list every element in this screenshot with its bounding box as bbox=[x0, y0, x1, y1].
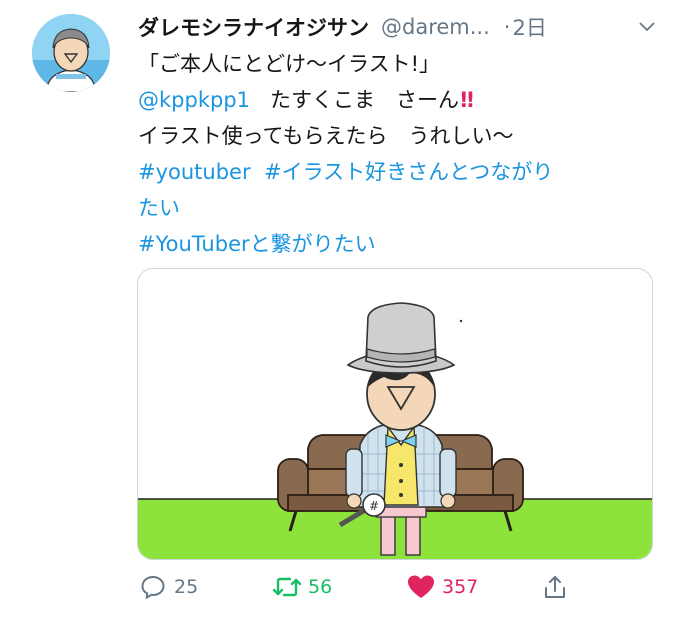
hashtag-illust-cont[interactable]: たい bbox=[138, 196, 180, 220]
share-icon bbox=[540, 572, 570, 602]
reply-icon bbox=[138, 572, 168, 602]
hashtag-illust[interactable]: #イラスト好きさんとつながり bbox=[264, 160, 553, 184]
reply-button[interactable]: 25 bbox=[138, 568, 198, 606]
tweet-header: ダレモシラナイオジサン @darem... · 2日 bbox=[138, 12, 658, 42]
tweet-line-3: イラスト使ってもらえたら うれしい〜 bbox=[138, 124, 514, 148]
tweet-line-5: たい bbox=[138, 190, 658, 226]
hashtag-youtuber[interactable]: #youtuber bbox=[138, 160, 251, 184]
tweet-line-2-text: たすくこま さーん bbox=[270, 88, 460, 112]
tweet-line-6: #YouTuberと繋がりたい bbox=[138, 226, 658, 262]
tweet-actions: 25 56 357 bbox=[138, 568, 658, 606]
display-name[interactable]: ダレモシラナイオジサン bbox=[138, 12, 369, 42]
double-exclamation-emoji: !! bbox=[459, 88, 475, 112]
retweet-icon bbox=[272, 572, 302, 602]
separator-dot: · bbox=[503, 15, 511, 39]
tweet-line-1: 「ご本人にとどけ〜イラスト!」 bbox=[138, 52, 440, 76]
retweet-count: 56 bbox=[308, 576, 333, 598]
share-button[interactable] bbox=[540, 568, 570, 606]
like-count: 357 bbox=[442, 576, 479, 598]
chevron-down-icon[interactable] bbox=[636, 16, 658, 38]
like-button[interactable]: 357 bbox=[406, 568, 478, 606]
mention-link[interactable]: @kppkpp1 bbox=[138, 88, 250, 112]
tweet-media-image[interactable]: # bbox=[137, 268, 653, 560]
profile-avatar[interactable] bbox=[32, 14, 110, 92]
user-handle[interactable]: @darem... bbox=[381, 15, 490, 39]
tweet-text: 「ご本人にとどけ〜イラスト!」 @kppkpp1 たすくこま さーん!! イラスト… bbox=[138, 46, 658, 262]
tweet-line-4: #youtuber #イラスト好きさんとつながり bbox=[138, 154, 658, 190]
svg-text:#: # bbox=[369, 499, 379, 513]
hashtag-youtuber-tsunagaritai[interactable]: #YouTuberと繋がりたい bbox=[138, 232, 376, 256]
reply-count: 25 bbox=[174, 576, 199, 598]
like-icon bbox=[406, 572, 436, 602]
tweet-timestamp[interactable]: 2日 bbox=[512, 12, 546, 42]
tweet-line-2: @kppkpp1 たすくこま さーん!! bbox=[138, 82, 658, 118]
retweet-button[interactable]: 56 bbox=[272, 568, 332, 606]
